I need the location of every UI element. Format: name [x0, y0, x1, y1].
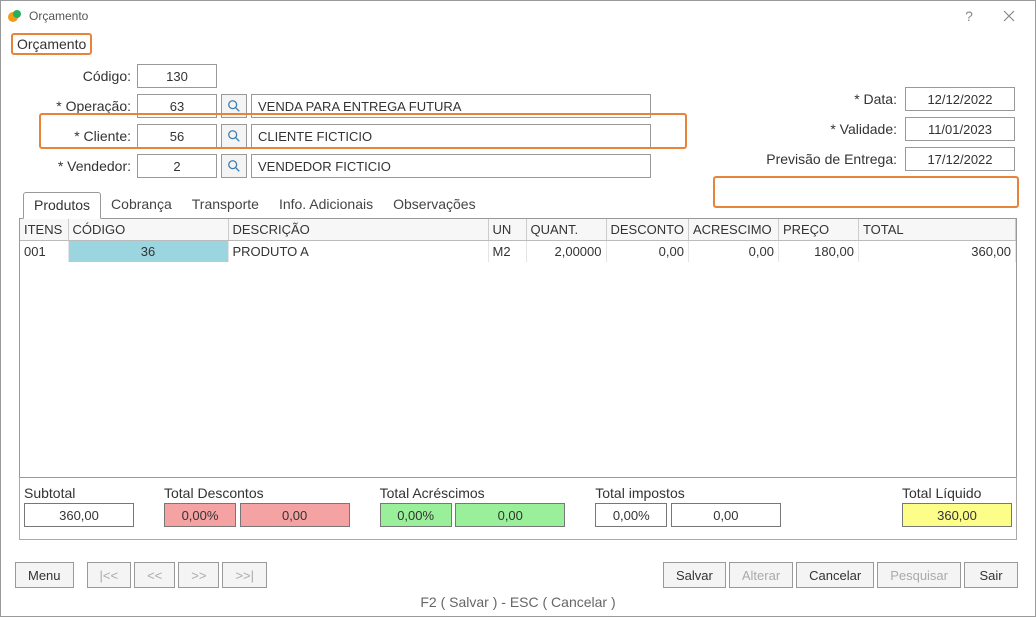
entrega-field[interactable]: 17/12/2022 — [905, 147, 1015, 171]
col-preco[interactable]: PREÇO — [778, 219, 858, 241]
subtotal-label: Subtotal — [24, 485, 134, 501]
cell-acrescimo[interactable]: 0,00 — [688, 241, 778, 263]
cell-itens[interactable]: 001 — [20, 241, 68, 263]
vendedor-search-button[interactable] — [221, 154, 247, 178]
cell-descricao[interactable]: PRODUTO A — [228, 241, 488, 263]
label-validade: * Validade: — [755, 121, 905, 137]
cliente-desc-field[interactable]: CLIENTE FICTICIO — [251, 124, 651, 148]
sair-button[interactable]: Sair — [964, 562, 1018, 588]
label-cliente: * Cliente: — [19, 128, 137, 144]
nav-next-button[interactable]: >> — [178, 562, 219, 588]
menu-orcamento[interactable]: Orçamento — [11, 33, 92, 55]
grid-header-row: ITENS CÓDIGO DESCRIÇÃO UN QUANT. DESCONT… — [20, 219, 1016, 241]
operacao-desc-field[interactable]: VENDA PARA ENTREGA FUTURA — [251, 94, 651, 118]
acrescimos-pct: 0,00% — [380, 503, 452, 527]
tab-info[interactable]: Info. Adicionais — [269, 192, 383, 219]
cliente-code-field[interactable]: 56 — [137, 124, 217, 148]
app-icon — [7, 8, 23, 24]
salvar-button[interactable]: Salvar — [663, 562, 726, 588]
products-grid[interactable]: ITENS CÓDIGO DESCRIÇÃO UN QUANT. DESCONT… — [19, 218, 1017, 478]
codigo-field[interactable]: 130 — [137, 64, 217, 88]
cliente-search-button[interactable] — [221, 124, 247, 148]
pesquisar-button[interactable]: Pesquisar — [877, 562, 961, 588]
operacao-code-field[interactable]: 63 — [137, 94, 217, 118]
operacao-search-button[interactable] — [221, 94, 247, 118]
col-acrescimo[interactable]: ACRESCIMO — [688, 219, 778, 241]
descontos-value: 0,00 — [240, 503, 350, 527]
col-quant[interactable]: QUANT. — [526, 219, 606, 241]
status-bar: F2 ( Salvar ) - ESC ( Cancelar ) — [15, 588, 1021, 612]
label-data: * Data: — [755, 91, 905, 107]
tab-cobranca[interactable]: Cobrança — [101, 192, 182, 219]
label-entrega: Previsão de Entrega: — [745, 151, 905, 167]
cell-codigo[interactable]: 36 — [68, 241, 228, 263]
validade-field[interactable]: 11/01/2023 — [905, 117, 1015, 141]
menu-button[interactable]: Menu — [15, 562, 74, 588]
acrescimos-value: 0,00 — [455, 503, 565, 527]
col-total[interactable]: TOTAL — [858, 219, 1015, 241]
cell-preco[interactable]: 180,00 — [778, 241, 858, 263]
col-descricao[interactable]: DESCRIÇÃO — [228, 219, 488, 241]
cell-quant[interactable]: 2,00000 — [526, 241, 606, 263]
impostos-pct: 0,00% — [595, 503, 667, 527]
col-itens[interactable]: ITENS — [20, 219, 68, 241]
nav-first-button[interactable]: |<< — [87, 562, 132, 588]
cell-un[interactable]: M2 — [488, 241, 526, 263]
nav-last-button[interactable]: >>| — [222, 562, 267, 588]
tab-obs[interactable]: Observações — [383, 192, 485, 219]
col-codigo[interactable]: CÓDIGO — [68, 219, 228, 241]
label-operacao: * Operação: — [19, 98, 137, 114]
menubar: Orçamento — [1, 31, 1035, 57]
data-field[interactable]: 12/12/2022 — [905, 87, 1015, 111]
tabs: Produtos Cobrança Transporte Info. Adici… — [19, 191, 1017, 218]
help-button[interactable]: ? — [949, 2, 989, 30]
impostos-label: Total impostos — [595, 485, 781, 501]
vendedor-desc-field[interactable]: VENDEDOR FICTICIO — [251, 154, 651, 178]
cancelar-button[interactable]: Cancelar — [796, 562, 874, 588]
totals-bar: Subtotal 360,00 Total Descontos 0,00% 0,… — [19, 477, 1017, 540]
impostos-value: 0,00 — [671, 503, 781, 527]
tab-transporte[interactable]: Transporte — [182, 192, 269, 219]
close-button[interactable] — [989, 2, 1029, 30]
descontos-label: Total Descontos — [164, 485, 350, 501]
liquido-label: Total Líquido — [902, 485, 1012, 501]
liquido-value: 360,00 — [902, 503, 1012, 527]
col-desconto[interactable]: DESCONTO — [606, 219, 688, 241]
subtotal-value: 360,00 — [24, 503, 134, 527]
descontos-pct: 0,00% — [164, 503, 236, 527]
titlebar: Orçamento ? — [1, 1, 1035, 31]
table-row[interactable]: 001 36 PRODUTO A M2 2,00000 0,00 0,00 18… — [20, 241, 1016, 263]
tab-produtos[interactable]: Produtos — [23, 192, 101, 219]
acrescimos-label: Total Acréscimos — [380, 485, 566, 501]
nav-prev-button[interactable]: << — [134, 562, 175, 588]
cell-desconto[interactable]: 0,00 — [606, 241, 688, 263]
alterar-button[interactable]: Alterar — [729, 562, 793, 588]
window-title: Orçamento — [29, 9, 949, 23]
cell-total[interactable]: 360,00 — [858, 241, 1015, 263]
label-codigo: Código: — [19, 68, 137, 84]
label-vendedor: * Vendedor: — [19, 158, 137, 174]
col-un[interactable]: UN — [488, 219, 526, 241]
footer: Menu |<< << >> >>| Salvar Alterar Cancel… — [1, 552, 1035, 616]
vendedor-code-field[interactable]: 2 — [137, 154, 217, 178]
